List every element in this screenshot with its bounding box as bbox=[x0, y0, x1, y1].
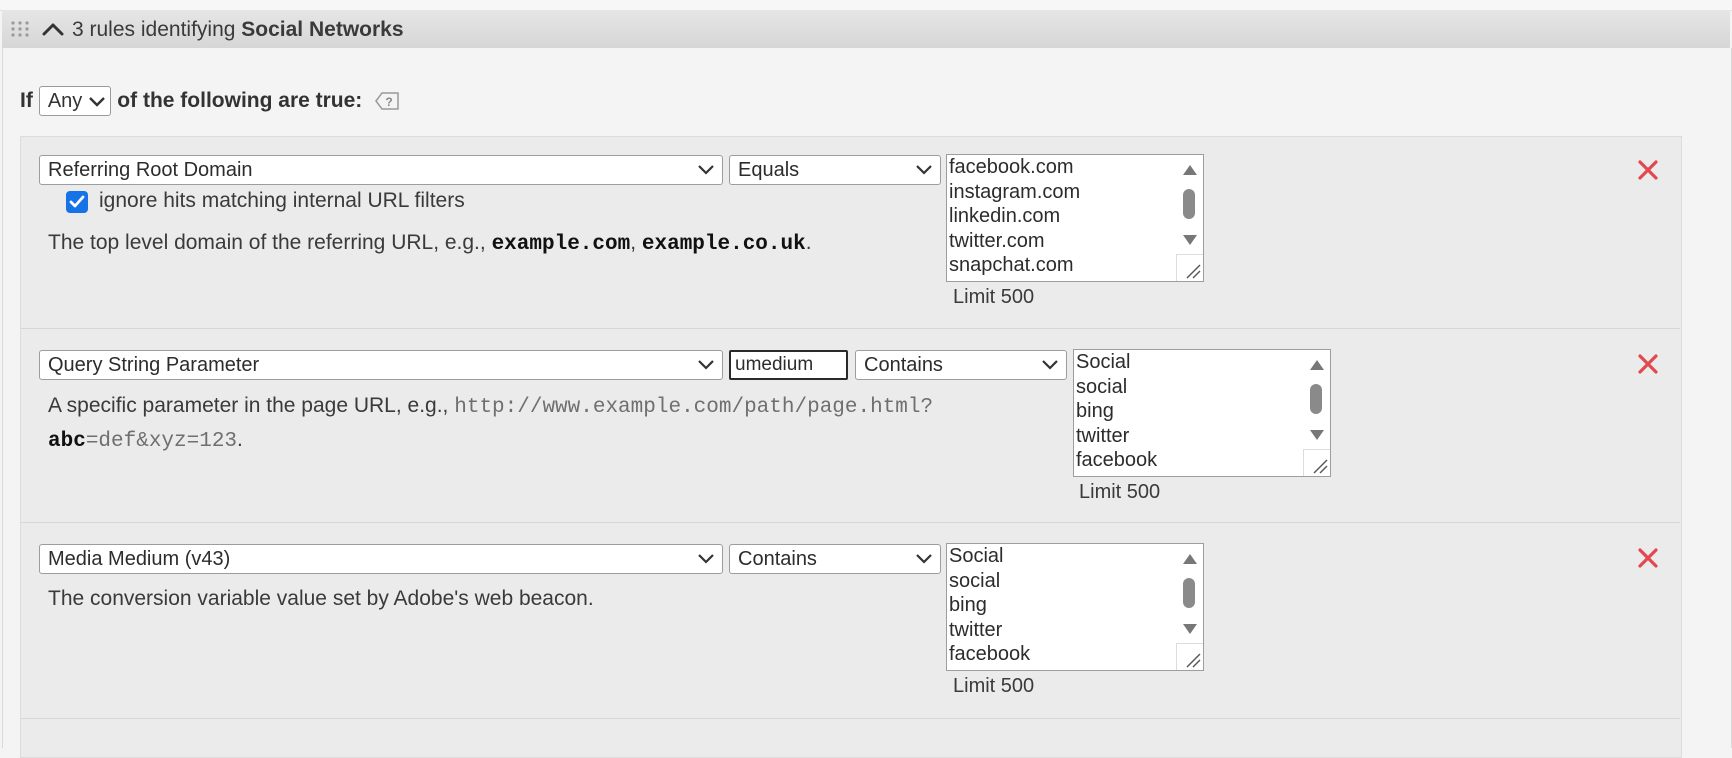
condition-prefix: If bbox=[20, 89, 33, 112]
description-text: The top level domain of the referring UR… bbox=[48, 231, 486, 254]
list-item: social bbox=[1076, 375, 1128, 398]
list-item: snapchat.com bbox=[949, 254, 1074, 276]
rule-group-header[interactable]: 3 rules identifying Social Networks bbox=[2, 10, 1730, 49]
description-end: . bbox=[237, 428, 243, 451]
description-text: A specific parameter in the page URL, e.… bbox=[48, 394, 449, 417]
scroll-up-arrow-icon[interactable] bbox=[1309, 358, 1325, 372]
values-textarea[interactable]: Social social bing twitter facebook bbox=[1073, 349, 1331, 477]
scroll-down-arrow-icon[interactable] bbox=[1309, 428, 1325, 442]
help-icon[interactable]: ? bbox=[374, 90, 400, 112]
operator-select[interactable]: Contains bbox=[855, 350, 1067, 380]
description-text: The conversion variable value set by Ado… bbox=[48, 587, 594, 610]
scrollbar-thumb[interactable] bbox=[1183, 189, 1195, 219]
list-item: instagram.com bbox=[949, 180, 1081, 203]
scrollbar-thumb[interactable] bbox=[1310, 384, 1322, 414]
parameter-input[interactable]: umedium bbox=[729, 350, 848, 380]
match-type-select[interactable]: Any bbox=[38, 86, 112, 116]
list-item: twitter.com bbox=[949, 229, 1045, 252]
delete-x-icon[interactable] bbox=[1637, 353, 1659, 375]
dimension-select[interactable]: Query String Parameter bbox=[39, 350, 723, 380]
group-name: Social Networks bbox=[241, 18, 404, 41]
scroll-down-arrow-icon[interactable] bbox=[1182, 233, 1198, 247]
limit-label: Limit 500 bbox=[1079, 481, 1161, 503]
operator-select[interactable]: Equals bbox=[729, 155, 941, 185]
list-item: facebook.com bbox=[949, 156, 1074, 178]
drag-handle-icon[interactable] bbox=[10, 20, 30, 38]
list-item: facebook bbox=[1076, 449, 1158, 471]
scroll-up-arrow-icon[interactable] bbox=[1182, 163, 1198, 177]
operator-value: Equals bbox=[738, 158, 800, 181]
dimension-value: Media Medium (v43) bbox=[48, 547, 231, 570]
list-item: bing bbox=[949, 594, 987, 616]
condition-line: If Any of the following are true: ? bbox=[20, 84, 400, 118]
resize-grip-icon bbox=[1186, 653, 1201, 668]
chevron-down-icon bbox=[698, 165, 714, 175]
list-item: twitter bbox=[949, 618, 1003, 641]
ignore-internal-checkbox[interactable] bbox=[66, 191, 88, 213]
dimension-select[interactable]: Media Medium (v43) bbox=[39, 544, 723, 574]
resize-handle[interactable] bbox=[1176, 643, 1203, 670]
list-item: facebook bbox=[949, 643, 1031, 665]
checkmark-icon bbox=[69, 195, 85, 208]
list-item: social bbox=[949, 569, 1001, 592]
chevron-down-icon bbox=[89, 97, 106, 107]
description-param: abc bbox=[48, 430, 86, 453]
chevron-up-icon[interactable] bbox=[40, 17, 66, 43]
description-example: http://www.example.com/path/page.html? bbox=[454, 396, 934, 419]
resize-handle[interactable] bbox=[1176, 254, 1203, 281]
group-count-text: 3 rules identifying bbox=[72, 18, 236, 41]
list-item: bing bbox=[1076, 400, 1114, 422]
list-item: twitter bbox=[1076, 424, 1130, 447]
rule-description: The top level domain of the referring UR… bbox=[48, 227, 928, 261]
resize-handle[interactable] bbox=[1303, 449, 1330, 476]
description-separator: , bbox=[630, 231, 637, 254]
rule-description: A specific parameter in the page URL, e.… bbox=[48, 390, 1008, 458]
description-example: example.com bbox=[491, 233, 631, 256]
dimension-value: Query String Parameter bbox=[48, 353, 260, 376]
match-type-value: Any bbox=[47, 89, 83, 112]
delete-x-icon[interactable] bbox=[1637, 159, 1659, 181]
operator-value: Contains bbox=[738, 547, 817, 570]
limit-label: Limit 500 bbox=[953, 286, 1035, 308]
resize-grip-icon bbox=[1313, 459, 1328, 474]
chevron-down-icon bbox=[1042, 360, 1058, 370]
svg-text:?: ? bbox=[386, 95, 393, 109]
values-textarea[interactable]: facebook.com instagram.com linkedin.com … bbox=[946, 154, 1204, 282]
description-end: . bbox=[805, 231, 812, 254]
values-textarea[interactable]: Social social bing twitter facebook bbox=[946, 543, 1204, 671]
dimension-select[interactable]: Referring Root Domain bbox=[39, 155, 723, 185]
dimension-value: Referring Root Domain bbox=[48, 158, 253, 181]
limit-label: Limit 500 bbox=[953, 675, 1035, 697]
chevron-down-icon bbox=[698, 360, 714, 370]
list-item: Social bbox=[1076, 351, 1131, 373]
list-item: Social bbox=[949, 545, 1004, 567]
rule-description: The conversion variable value set by Ado… bbox=[48, 583, 908, 615]
description-example: =def&xyz=123 bbox=[85, 430, 238, 453]
delete-x-icon[interactable] bbox=[1637, 547, 1659, 569]
scrollbar-thumb[interactable] bbox=[1183, 578, 1195, 608]
chevron-down-icon bbox=[916, 165, 932, 175]
condition-suffix: of the following are true: bbox=[117, 89, 363, 112]
scroll-up-arrow-icon[interactable] bbox=[1182, 552, 1198, 566]
resize-grip-icon bbox=[1186, 264, 1201, 279]
operator-value: Contains bbox=[864, 353, 943, 376]
operator-select[interactable]: Contains bbox=[729, 544, 941, 574]
chevron-down-icon bbox=[698, 554, 714, 564]
group-title: 3 rules identifying Social Networks bbox=[72, 18, 404, 42]
ignore-internal-label: ignore hits matching internal URL filter… bbox=[99, 189, 465, 212]
scroll-down-arrow-icon[interactable] bbox=[1182, 622, 1198, 636]
description-example: example.co.uk bbox=[641, 233, 806, 256]
chevron-down-icon bbox=[916, 554, 932, 564]
list-item: linkedin.com bbox=[949, 205, 1061, 227]
